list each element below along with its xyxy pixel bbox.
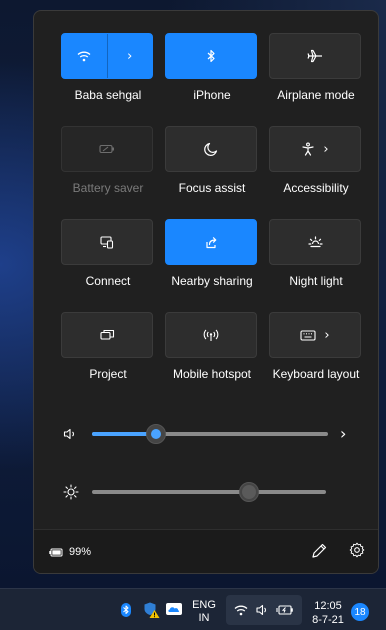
tile-label-mobile-hotspot: Mobile hotspot <box>172 367 252 381</box>
tile-label-focus-assist: Focus assist <box>178 181 246 195</box>
wifi-tile: › Baba sehgal <box>61 33 155 113</box>
battery-percent: 99% <box>69 546 92 558</box>
audio-output-chevron-icon[interactable]: › <box>340 424 346 443</box>
brightness-thumb-dot <box>241 485 256 499</box>
battery-saver-tile: Battery saver <box>61 126 155 206</box>
volume-slider-thumb[interactable] <box>145 424 166 444</box>
volume-slider[interactable] <box>92 424 328 444</box>
project-button[interactable] <box>61 312 153 358</box>
airplane-tile: Airplane mode <box>269 33 363 113</box>
wifi-expand-button[interactable]: › <box>108 34 153 78</box>
language-code: ENG <box>192 599 216 611</box>
quick-settings-panel: › Baba sehgal iPhone Airplane mode Batte… <box>33 10 379 574</box>
accessibility-tile: › Accessibility <box>269 126 363 206</box>
edit-icon <box>310 542 328 560</box>
brightness-slider-row <box>34 479 378 507</box>
bluetooth-toggle-button[interactable] <box>165 33 257 79</box>
notification-count-badge[interactable]: 18 <box>351 603 369 621</box>
keyboard-layout-tile: › Keyboard layout <box>269 312 363 392</box>
settings-gear-icon <box>349 542 365 558</box>
chevron-right-icon: › <box>323 141 329 157</box>
clock-time: 12:05 <box>314 600 342 612</box>
moon-icon <box>204 142 218 156</box>
tile-label-battery-saver: Battery saver <box>72 181 144 195</box>
battery-saver-toggle-button[interactable] <box>61 126 153 172</box>
project-icon <box>99 329 115 341</box>
airplane-mode-toggle-button[interactable] <box>269 33 361 79</box>
accessibility-icon <box>301 142 315 156</box>
edit-quick-settings-button[interactable] <box>310 542 328 560</box>
tile-label-keyboard-layout: Keyboard layout <box>272 367 360 381</box>
brightness-slider[interactable] <box>92 482 326 502</box>
quick-settings-footer: 99% <box>34 529 378 573</box>
language-region: IN <box>198 612 210 624</box>
nearby-sharing-tile: Nearby sharing <box>165 219 259 299</box>
keyboard-icon <box>300 329 316 341</box>
sun-icon <box>63 484 79 500</box>
project-tile: Project <box>61 312 155 392</box>
battery-status[interactable]: 99% <box>49 546 91 558</box>
tile-label-nearby-sharing: Nearby sharing <box>171 274 253 288</box>
battery-saver-icon <box>99 144 115 154</box>
night-light-toggle-button[interactable] <box>269 219 361 265</box>
brightness-slider-thumb[interactable] <box>238 482 259 502</box>
focus-assist-tile: Focus assist <box>165 126 259 206</box>
chevron-right-icon: › <box>324 327 330 343</box>
security-warning-icon[interactable] <box>143 601 161 619</box>
night-light-icon <box>307 235 323 249</box>
cast-icon <box>100 235 114 249</box>
keyboard-layout-button[interactable]: › <box>269 312 361 358</box>
connect-button[interactable] <box>61 219 153 265</box>
wifi-tray-icon <box>234 604 248 616</box>
accessibility-button[interactable]: › <box>269 126 361 172</box>
tile-label-project: Project <box>89 367 127 381</box>
mobile-hotspot-tile: Mobile hotspot <box>165 312 259 392</box>
tile-label-accessibility: Accessibility <box>283 181 349 195</box>
input-language-indicator[interactable]: ENG IN <box>190 599 218 625</box>
volume-thumb-dot <box>150 429 161 439</box>
speaker-icon[interactable] <box>63 428 77 440</box>
battery-charging-tray-icon <box>276 604 294 616</box>
bluetooth-icon <box>206 49 216 63</box>
hotspot-icon <box>203 329 219 342</box>
volume-tray-icon <box>256 604 268 616</box>
wifi-toggle-button[interactable]: › <box>61 33 153 79</box>
wifi-icon <box>77 50 91 62</box>
wifi-toggle[interactable] <box>62 34 107 78</box>
battery-icon <box>49 548 63 557</box>
all-settings-button[interactable] <box>349 542 365 558</box>
tile-label-wifi: Baba sehgal <box>74 88 142 102</box>
nearby-sharing-toggle-button[interactable] <box>165 219 257 265</box>
tile-label-night-light: Night light <box>289 274 343 288</box>
tile-label-connect: Connect <box>85 274 131 288</box>
chevron-right-icon: › <box>127 48 133 64</box>
focus-assist-toggle-button[interactable] <box>165 126 257 172</box>
night-light-tile: Night light <box>269 219 363 299</box>
bluetooth-tile: iPhone <box>165 33 259 113</box>
volume-slider-row: › <box>34 421 378 449</box>
quick-settings-tray-button[interactable] <box>226 595 302 625</box>
share-icon <box>204 236 218 249</box>
connect-tile: Connect <box>61 219 155 299</box>
taskbar-clock[interactable]: 12:05 8-7-21 <box>306 599 350 627</box>
tile-label-bluetooth: iPhone <box>193 88 231 102</box>
bluetooth-tray-icon[interactable] <box>121 603 131 617</box>
onedrive-icon[interactable] <box>166 603 182 615</box>
tile-label-airplane: Airplane mode <box>277 88 355 102</box>
taskbar: ENG IN 12:05 8-7-21 18 <box>0 588 386 630</box>
mobile-hotspot-toggle-button[interactable] <box>165 312 257 358</box>
airplane-icon <box>307 49 323 63</box>
clock-date: 8-7-21 <box>312 614 344 626</box>
